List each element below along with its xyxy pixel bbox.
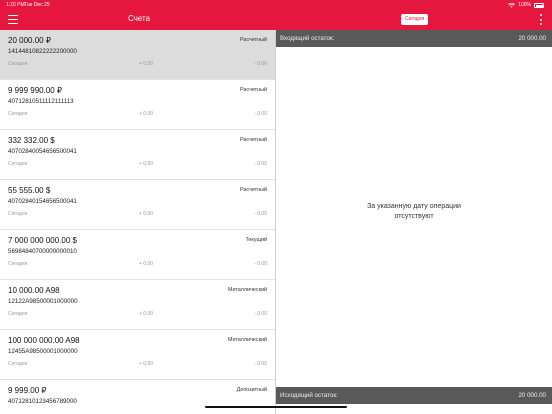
account-date: Сегодня	[8, 361, 28, 367]
account-income: + 0.00	[139, 111, 154, 117]
account-expense: - 0.00	[254, 311, 267, 317]
status-time: 1:20 PM	[6, 2, 25, 8]
account-type: Металлический	[228, 337, 267, 343]
battery-percent: 100%	[518, 2, 531, 8]
account-type: Расчетный	[239, 87, 267, 93]
closing-balance-value: 20 000.00	[518, 392, 546, 399]
account-amount: 55 555.00 $	[8, 186, 51, 195]
account-row[interactable]: 20 000.00 ₽ 14144810822222200000 Расчетн…	[0, 30, 275, 80]
account-amount: 7 000 000 000.00 $	[8, 236, 77, 245]
account-expense: - 0.00	[254, 261, 267, 267]
account-amount: 20 000.00 ₽	[8, 36, 51, 45]
closing-balance-bar: Исходящий остаток: 20 000.00	[276, 387, 552, 404]
account-amount: 100 000 000.00 A98	[8, 336, 80, 345]
account-number: 40712810123456789000	[8, 398, 77, 405]
menu-icon[interactable]	[8, 15, 18, 24]
status-date: Tue Dec 25	[24, 2, 50, 8]
today-button[interactable]: Сегодня	[401, 14, 429, 25]
account-number: 40702840154656500041	[8, 198, 77, 205]
account-income: + 0.00	[139, 361, 154, 367]
account-date: Сегодня	[8, 161, 28, 167]
battery-icon	[534, 3, 544, 8]
account-expense: - 0.00	[254, 61, 267, 67]
account-number: 40702840054656500041	[8, 148, 77, 155]
status-bar: 1:20 PM Tue Dec 25 100%	[0, 0, 552, 11]
account-type: Депозитный	[236, 387, 267, 393]
account-amount: 332 332.00 $	[8, 136, 55, 145]
account-expense: - 0.00	[254, 161, 267, 167]
account-type: Расчетный	[239, 137, 267, 143]
account-number: 14144810822222200000	[8, 48, 77, 55]
status-right: 100%	[508, 0, 544, 11]
account-number: 56984840700000000010	[8, 248, 77, 255]
account-type: Расчетный	[239, 187, 267, 193]
opening-balance-value: 20 000.00	[518, 35, 546, 42]
page-title: Счета	[128, 14, 151, 23]
more-options-icon[interactable]	[539, 14, 542, 25]
account-type: Расчетный	[239, 37, 267, 43]
account-income: + 0.00	[139, 211, 154, 217]
account-number: 40712810511112111113	[8, 98, 74, 105]
account-income: + 0.00	[139, 61, 154, 67]
account-date: Сегодня	[8, 311, 28, 317]
account-row[interactable]: 9 999 990.00 ₽ 40712810511112111113 Расч…	[0, 80, 275, 130]
account-row[interactable]: 9 999.00 ₽ 40712810123456789000 Депозитн…	[0, 380, 275, 414]
account-amount: 9 999.00 ₽	[8, 386, 47, 395]
account-date: Сегодня	[8, 111, 28, 117]
opening-balance-bar: Входящий остаток: 20 000.00	[276, 30, 552, 47]
accounts-list[interactable]: 20 000.00 ₽ 14144810822222200000 Расчетн…	[0, 30, 275, 414]
account-row[interactable]: 7 000 000 000.00 $ 56984840700000000010 …	[0, 230, 275, 280]
account-number: 12122A98500001000000	[8, 298, 78, 305]
account-expense: - 0.00	[254, 111, 267, 117]
nav-bar: Счета Сегодня	[0, 11, 552, 30]
account-amount: 10 000.00 A98	[8, 286, 60, 295]
account-date: Сегодня	[8, 261, 28, 267]
account-income: + 0.00	[139, 311, 154, 317]
account-row[interactable]: 55 555.00 $ 40702840154656500041 Расчетн…	[0, 180, 275, 230]
wifi-icon	[508, 3, 516, 8]
account-date: Сегодня	[8, 61, 28, 67]
account-date: Сегодня	[8, 211, 28, 217]
account-type: Металлический	[228, 287, 267, 293]
account-amount: 9 999 990.00 ₽	[8, 86, 63, 95]
empty-operations-message: За указанную дату операции отсутствуют	[367, 203, 461, 220]
account-income: + 0.00	[139, 261, 154, 267]
account-type: Текущий	[245, 237, 267, 243]
account-income: + 0.00	[139, 161, 154, 167]
account-expense: - 0.00	[254, 361, 267, 367]
account-row[interactable]: 332 332.00 $ 40702840054656500041 Расчет…	[0, 130, 275, 180]
account-number: 12455A98500001000000	[8, 348, 78, 355]
account-detail-pane: Входящий остаток: 20 000.00 За указанную…	[276, 30, 552, 414]
home-indicator[interactable]	[205, 406, 347, 408]
closing-balance-label: Исходящий остаток:	[280, 392, 338, 399]
account-expense: - 0.00	[254, 211, 267, 217]
opening-balance-label: Входящий остаток:	[280, 35, 335, 42]
account-row[interactable]: 100 000 000.00 A98 12455A98500001000000 …	[0, 330, 275, 380]
account-row[interactable]: 10 000.00 A98 12122A98500001000000 Метал…	[0, 280, 275, 330]
